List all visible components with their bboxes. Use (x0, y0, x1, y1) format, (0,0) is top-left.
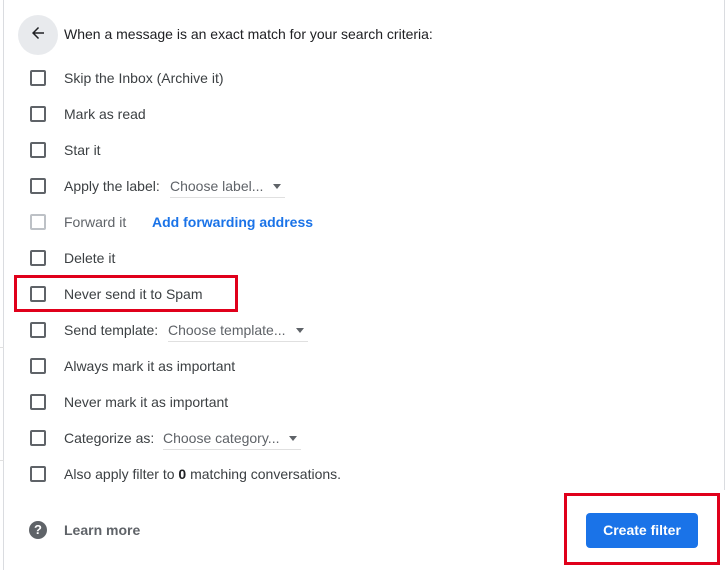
choose-label-value: Choose label... (170, 178, 264, 194)
forward-it-label: Forward it (64, 214, 127, 230)
option-forward-it: Forward it Add forwarding address (0, 210, 400, 234)
option-always-important: Always mark it as important (0, 354, 400, 378)
delete-it-checkbox[interactable] (30, 250, 46, 266)
option-star-it: Star it (0, 138, 400, 162)
apply-to-matching-label: Also apply filter to 0 matching conversa… (64, 464, 341, 484)
apply-to-matching-checkbox[interactable] (30, 466, 46, 482)
apply-to-matching-suffix: matching conversations. (186, 466, 342, 482)
caret-down-icon (295, 327, 304, 333)
choose-category-value: Choose category... (163, 430, 280, 446)
mark-as-read-checkbox[interactable] (30, 106, 46, 122)
option-skip-inbox: Skip the Inbox (Archive it) (0, 66, 400, 90)
question-circle-icon[interactable]: ? (29, 521, 47, 539)
send-template-checkbox[interactable] (30, 322, 46, 338)
never-spam-highlight-box (14, 275, 238, 312)
skip-inbox-label: Skip the Inbox (Archive it) (64, 70, 224, 86)
never-important-checkbox[interactable] (30, 394, 46, 410)
forward-it-checkbox[interactable] (30, 214, 46, 230)
back-button[interactable] (18, 15, 58, 55)
option-send-template: Send template: Choose template... (0, 318, 400, 342)
always-important-checkbox[interactable] (30, 358, 46, 374)
option-never-important: Never mark it as important (0, 390, 400, 414)
caret-down-icon (289, 435, 298, 441)
star-it-checkbox[interactable] (30, 142, 46, 158)
always-important-label: Always mark it as important (64, 358, 236, 374)
choose-template-dropdown[interactable]: Choose template... (168, 319, 308, 342)
choose-label-dropdown[interactable]: Choose label... (170, 175, 286, 198)
option-delete-it: Delete it (0, 246, 400, 270)
categorize-label: Categorize as: (64, 430, 155, 446)
option-apply-label: Apply the label: Choose label... (0, 174, 400, 198)
caret-down-icon (273, 183, 282, 189)
criteria-heading: When a message is an exact match for you… (64, 26, 433, 42)
apply-label-label: Apply the label: (64, 178, 160, 194)
categorize-checkbox[interactable] (30, 430, 46, 446)
mark-as-read-label: Mark as read (64, 106, 146, 122)
choose-category-dropdown[interactable]: Choose category... (163, 427, 302, 450)
option-categorize: Categorize as: Choose category... (0, 426, 400, 450)
delete-it-label: Delete it (64, 250, 116, 266)
edge-divider (0, 460, 4, 461)
create-filter-dialog: When a message is an exact match for you… (0, 0, 725, 570)
option-apply-to-matching: Also apply filter to 0 matching conversa… (0, 462, 450, 486)
apply-label-checkbox[interactable] (30, 178, 46, 194)
choose-template-value: Choose template... (168, 322, 286, 338)
edge-divider (0, 347, 4, 348)
send-template-label: Send template: (64, 322, 159, 338)
learn-more-link[interactable]: Learn more (64, 520, 140, 540)
add-forwarding-address-link[interactable]: Add forwarding address (152, 212, 313, 232)
arrow-left-icon (29, 24, 47, 47)
create-filter-highlight-box (564, 493, 720, 565)
option-mark-as-read: Mark as read (0, 102, 400, 126)
never-important-label: Never mark it as important (64, 394, 229, 410)
skip-inbox-checkbox[interactable] (30, 70, 46, 86)
star-it-label: Star it (64, 142, 101, 158)
apply-to-matching-prefix: Also apply filter to (64, 466, 179, 482)
